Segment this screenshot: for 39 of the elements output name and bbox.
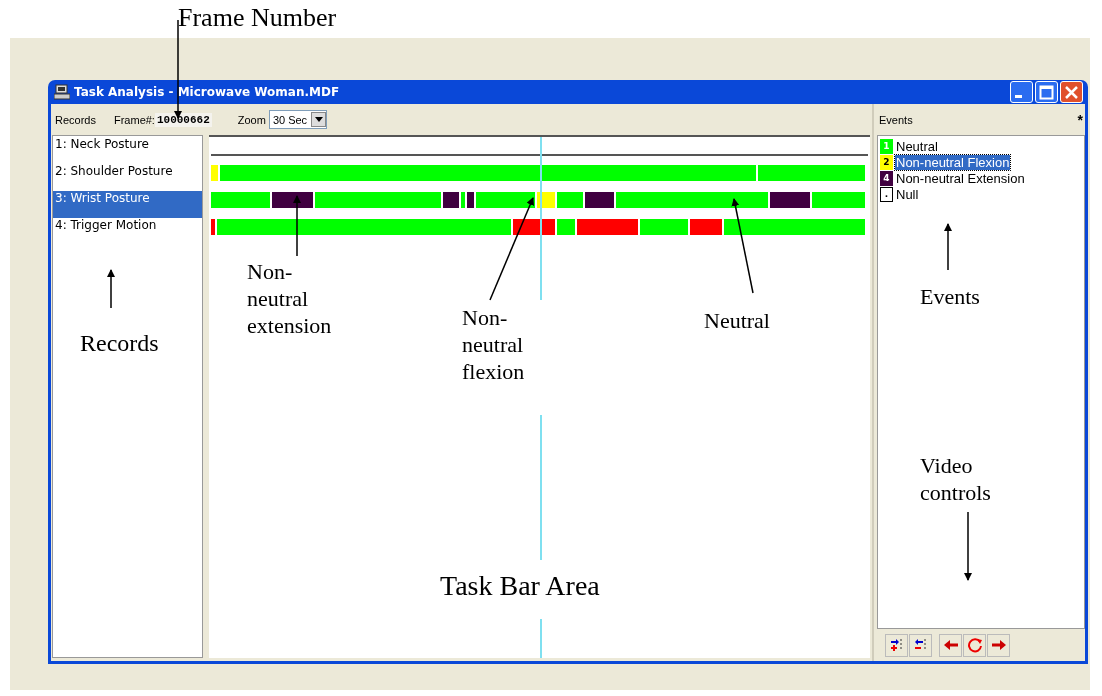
record-item[interactable]: 3: Wrist Posture bbox=[53, 191, 202, 218]
minimize-icon bbox=[1015, 95, 1022, 98]
close-button[interactable] bbox=[1060, 81, 1083, 103]
records-label: Records bbox=[55, 113, 96, 126]
reload-icon bbox=[966, 637, 983, 653]
maximize-button[interactable] bbox=[1035, 81, 1058, 103]
record-item[interactable]: 4: Trigger Motion bbox=[53, 218, 202, 245]
video-control-button[interactable] bbox=[987, 633, 1010, 657]
events-title: Events bbox=[879, 113, 913, 126]
record-item[interactable]: 2: Shoulder Posture bbox=[53, 164, 202, 191]
arrow bbox=[293, 195, 301, 257]
event-key: . bbox=[880, 186, 893, 202]
record-item[interactable]: 1: Neck Posture bbox=[53, 137, 202, 164]
event-key: 2 bbox=[880, 154, 893, 170]
zoom-dropdown[interactable]: 30 Sec bbox=[268, 110, 328, 129]
left-arrow-icon bbox=[942, 637, 959, 653]
event-item[interactable]: Non-neutral Extension bbox=[895, 170, 1026, 186]
arrow bbox=[944, 223, 952, 271]
window-title: Task Analysis - Microwave Woman.MDF bbox=[74, 85, 341, 99]
add-marker-icon bbox=[888, 637, 905, 653]
annotation-label: Frame Number bbox=[178, 4, 337, 31]
event-item[interactable]: Null bbox=[895, 186, 920, 202]
frame-number-field[interactable]: 10000662 bbox=[154, 112, 212, 127]
event-key: 1 bbox=[880, 138, 893, 154]
video-control-button[interactable] bbox=[885, 633, 908, 657]
frame-label: Frame#: bbox=[113, 113, 155, 126]
zoom-label: Zoom bbox=[237, 113, 266, 126]
arrow bbox=[964, 511, 972, 581]
computer-icon bbox=[54, 84, 70, 100]
video-control-button[interactable] bbox=[909, 633, 932, 657]
video-control-button[interactable] bbox=[939, 633, 962, 657]
event-key: 4 bbox=[880, 170, 893, 186]
video-control-button[interactable] bbox=[963, 633, 986, 657]
minimize-button[interactable] bbox=[1010, 81, 1033, 103]
arrow bbox=[107, 269, 115, 309]
event-item[interactable]: Non-neutral Flexion bbox=[895, 154, 1011, 170]
pin-button[interactable]: * bbox=[1077, 111, 1083, 128]
event-item[interactable]: Neutral bbox=[895, 138, 939, 154]
right-arrow-icon bbox=[990, 637, 1007, 653]
